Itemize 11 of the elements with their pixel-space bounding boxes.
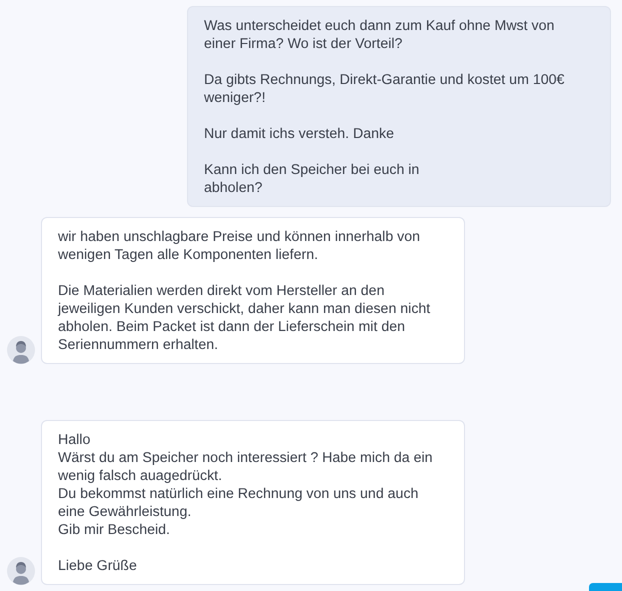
avatar-icon — [7, 336, 35, 364]
message-text: Liebe Grüße — [58, 557, 138, 575]
message-text: Kann ich den Speicher bei euch in abholen? — [204, 161, 420, 197]
floating-button[interactable] — [589, 583, 622, 591]
message-text: Was unterscheidet euch dann zum Kauf ohne Mwst von einer Firma? Wo ist der Vorteil? — [204, 17, 556, 53]
message-text: Da gibts Rechnungs, Direkt-Garantie und kostet um 100€ weniger?! — [204, 71, 566, 107]
message-text: Nur damit ichs versteh. Danke — [204, 125, 396, 143]
message-text: Die Materialien werden direkt vom Hersteller an den jeweiligen Kunden verschickt, daher kann man diesen nicht abholen. Beim Packet ist dann der Lieferschein mit den Seriennummern erhalten. — [58, 282, 432, 354]
message-text: Hallo Wärst du am Speicher noch interessiert ? Habe mich da ein wenig falsch auagedrückt. Du bekommst natürlich eine Rechnung von uns und auch eine Gewährleistung. Gib mir Bescheid. — [58, 431, 434, 539]
message-text: wir haben unschlagbare Preise und können innerhalb von wenigen Tagen alle Komponenten liefern. — [58, 228, 422, 264]
avatar-icon — [7, 557, 35, 585]
